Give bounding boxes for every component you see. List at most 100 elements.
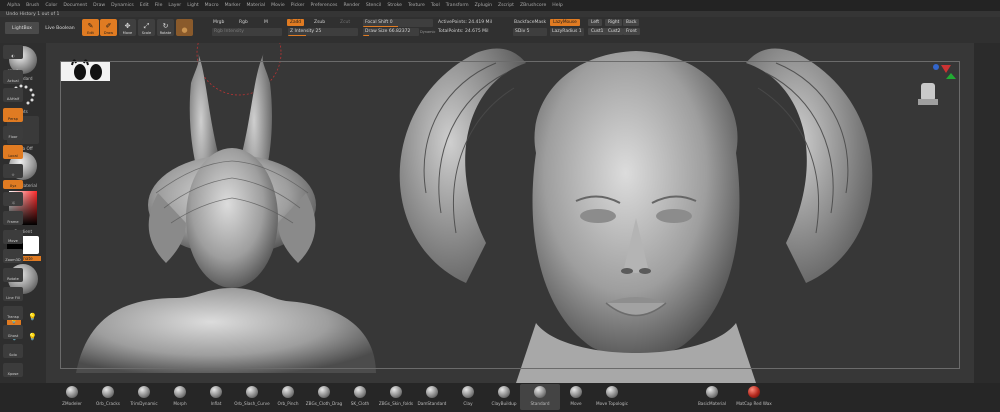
menu-dynamics[interactable]: Dynamics xyxy=(108,3,137,8)
menu-transform[interactable]: Transform xyxy=(443,3,472,8)
sdiv-slider[interactable]: SDiv 5 xyxy=(513,28,547,36)
actual-button[interactable]: Actual xyxy=(3,70,23,84)
menu-document[interactable]: Document xyxy=(60,3,90,8)
menu-tool[interactable]: Tool xyxy=(428,3,443,8)
menu-alpha[interactable]: Alpha xyxy=(4,3,23,8)
view-back-button[interactable]: Back xyxy=(623,19,640,26)
menu-material[interactable]: Material xyxy=(243,3,268,8)
brush-clay[interactable]: Clay xyxy=(448,384,488,410)
brush-zbgs-skin-folds[interactable]: ZBGs_Skin_folds xyxy=(376,384,416,410)
solo-button[interactable]: Solo xyxy=(3,344,23,358)
persp-button[interactable]: Persp xyxy=(3,108,23,122)
scale-button[interactable]: ⤢ Scale xyxy=(138,19,155,36)
zoom3d-button[interactable]: Zoom3D xyxy=(3,249,23,263)
menu-preferences[interactable]: Preferences xyxy=(307,3,340,8)
frame-button[interactable]: Frame xyxy=(3,211,23,225)
brush-damstandard[interactable]: DamStandard xyxy=(412,384,452,410)
lazyradius-slider[interactable]: LazyRadius 1 xyxy=(550,28,584,36)
rotate-view-button[interactable]: Rotate xyxy=(3,268,23,282)
menu-zplugin[interactable]: Zplugin xyxy=(472,3,495,8)
menu-zbrushcore[interactable]: ZBrushcore xyxy=(517,3,549,8)
menu-file[interactable]: File xyxy=(152,3,166,8)
brush-orb-slash-curve[interactable]: Orb_Slash_Curve xyxy=(232,384,272,410)
lazymouse-toggle[interactable]: LazyMouse xyxy=(550,19,580,26)
menu-help[interactable]: Help xyxy=(549,3,565,8)
menu-stencil[interactable]: Stencil xyxy=(363,3,385,8)
brush-morph[interactable]: Morph xyxy=(160,384,200,410)
draw-icon: ✐ xyxy=(105,22,112,30)
brush-orb-pinch[interactable]: Orb_Pinch xyxy=(268,384,308,410)
material-preview-button[interactable]: ● xyxy=(176,19,193,36)
menu-render[interactable]: Render xyxy=(340,3,362,8)
local-icon: ⟐ xyxy=(11,173,15,177)
rotate-button[interactable]: ↻ Rotate xyxy=(157,19,174,36)
view-right-button[interactable]: Right xyxy=(605,19,623,26)
move-button[interactable]: ✥ Move xyxy=(119,19,136,36)
xpose-button[interactable]: Xpose xyxy=(3,363,23,377)
transp-button[interactable]: Transp xyxy=(3,306,23,320)
menu-stroke[interactable]: Stroke xyxy=(384,3,405,8)
brush-orb-cracks[interactable]: Orb_Cracks xyxy=(88,384,128,410)
menu-light[interactable]: Light xyxy=(184,3,201,8)
menu-color[interactable]: Color xyxy=(42,3,60,8)
brush-claybuildup[interactable]: ClayBuildup xyxy=(484,384,524,410)
scale-icon: ⤢ xyxy=(143,22,150,30)
m-toggle[interactable]: M xyxy=(264,20,268,25)
basic-material-slot[interactable]: BasicMaterial xyxy=(694,384,730,410)
zsub-toggle[interactable]: Zsub xyxy=(314,20,325,25)
cust2-button[interactable]: Cust2 xyxy=(605,28,624,35)
xyz-2-button[interactable]: ⤨ xyxy=(3,192,23,206)
brush-zbgs-cloth-drag[interactable]: ZBGs_Cloth_Drag xyxy=(304,384,344,410)
z-intensity-slider[interactable]: Z Intensity 25 xyxy=(288,28,358,36)
xyz-button[interactable]: Xyz xyxy=(3,180,23,189)
ghost-button[interactable]: Ghost xyxy=(3,325,23,339)
bpr-button[interactable]: ◐ xyxy=(3,45,23,59)
brush-move[interactable]: Move xyxy=(556,384,596,410)
brush-trimdynamic[interactable]: TrimDynamic xyxy=(124,384,164,410)
lightbox-button[interactable]: LightBox xyxy=(5,22,39,34)
view-left-button[interactable]: Left xyxy=(588,19,603,26)
menu-zscript[interactable]: Zscript xyxy=(495,3,517,8)
menu-picker[interactable]: Picker xyxy=(288,3,308,8)
menu-macro[interactable]: Macro xyxy=(202,3,222,8)
light-bulb-3-icon[interactable]: 💡 xyxy=(28,333,37,341)
menu-draw[interactable]: Draw xyxy=(90,3,108,8)
menu-edit[interactable]: Edit xyxy=(137,3,152,8)
matcap-red-wax-slot[interactable]: MatCap Red Wax xyxy=(734,384,774,410)
backface-mask-toggle[interactable]: BackfaceMask xyxy=(514,20,546,25)
brush-move-topologic[interactable]: Move Topologic xyxy=(592,384,632,410)
dynamic-toggle[interactable]: Dynamic xyxy=(420,30,435,34)
menu-movie[interactable]: Movie xyxy=(268,3,288,8)
draw-button[interactable]: ✐ Draw xyxy=(100,19,117,36)
local-button[interactable]: Local xyxy=(3,145,23,159)
zcut-toggle[interactable]: Zcut xyxy=(340,20,350,25)
document-frame xyxy=(60,61,960,369)
menu-texture[interactable]: Texture xyxy=(405,3,428,8)
brush-sk-cloth[interactable]: SK_Cloth xyxy=(340,384,380,410)
right-shelf xyxy=(974,43,1000,383)
brush-zmodeler[interactable]: ZModeler xyxy=(52,384,92,410)
menu-layer[interactable]: Layer xyxy=(165,3,184,8)
brush-icon xyxy=(462,386,474,398)
floor-button[interactable]: Floor xyxy=(3,126,23,140)
sphere-icon: ● xyxy=(181,26,188,34)
edit-button[interactable]: ✎ Edit xyxy=(82,19,99,36)
live-boolean-button[interactable]: Live Boolean xyxy=(42,22,78,34)
zadd-toggle[interactable]: Zadd xyxy=(287,19,305,26)
line-fill-button[interactable]: Line Fill xyxy=(3,287,23,301)
mrgb-toggle[interactable]: Mrgb xyxy=(213,20,224,25)
move-view-button[interactable]: Move xyxy=(3,230,23,244)
local-2-button[interactable]: ⟐ xyxy=(3,164,23,178)
brush-standard[interactable]: Standard xyxy=(520,384,560,410)
aahalf-button[interactable]: AAHalf xyxy=(3,88,23,102)
rgb-intensity-slider[interactable]: Rgb Intensity xyxy=(212,28,282,36)
cust1-button[interactable]: Cust1 xyxy=(588,28,607,35)
brush-inflat[interactable]: Inflat xyxy=(196,384,236,410)
menu-marker[interactable]: Marker xyxy=(222,3,244,8)
draw-size-slider[interactable]: Draw Size 66.82372 xyxy=(363,28,419,36)
menu-brush[interactable]: Brush xyxy=(23,3,42,8)
rgb-toggle[interactable]: Rgb xyxy=(239,20,248,25)
light-bulb-icon[interactable]: 💡 xyxy=(28,313,37,321)
view-front-button[interactable]: Front xyxy=(623,28,640,35)
focal-shift-slider[interactable]: Focal Shift 0 xyxy=(363,19,433,27)
